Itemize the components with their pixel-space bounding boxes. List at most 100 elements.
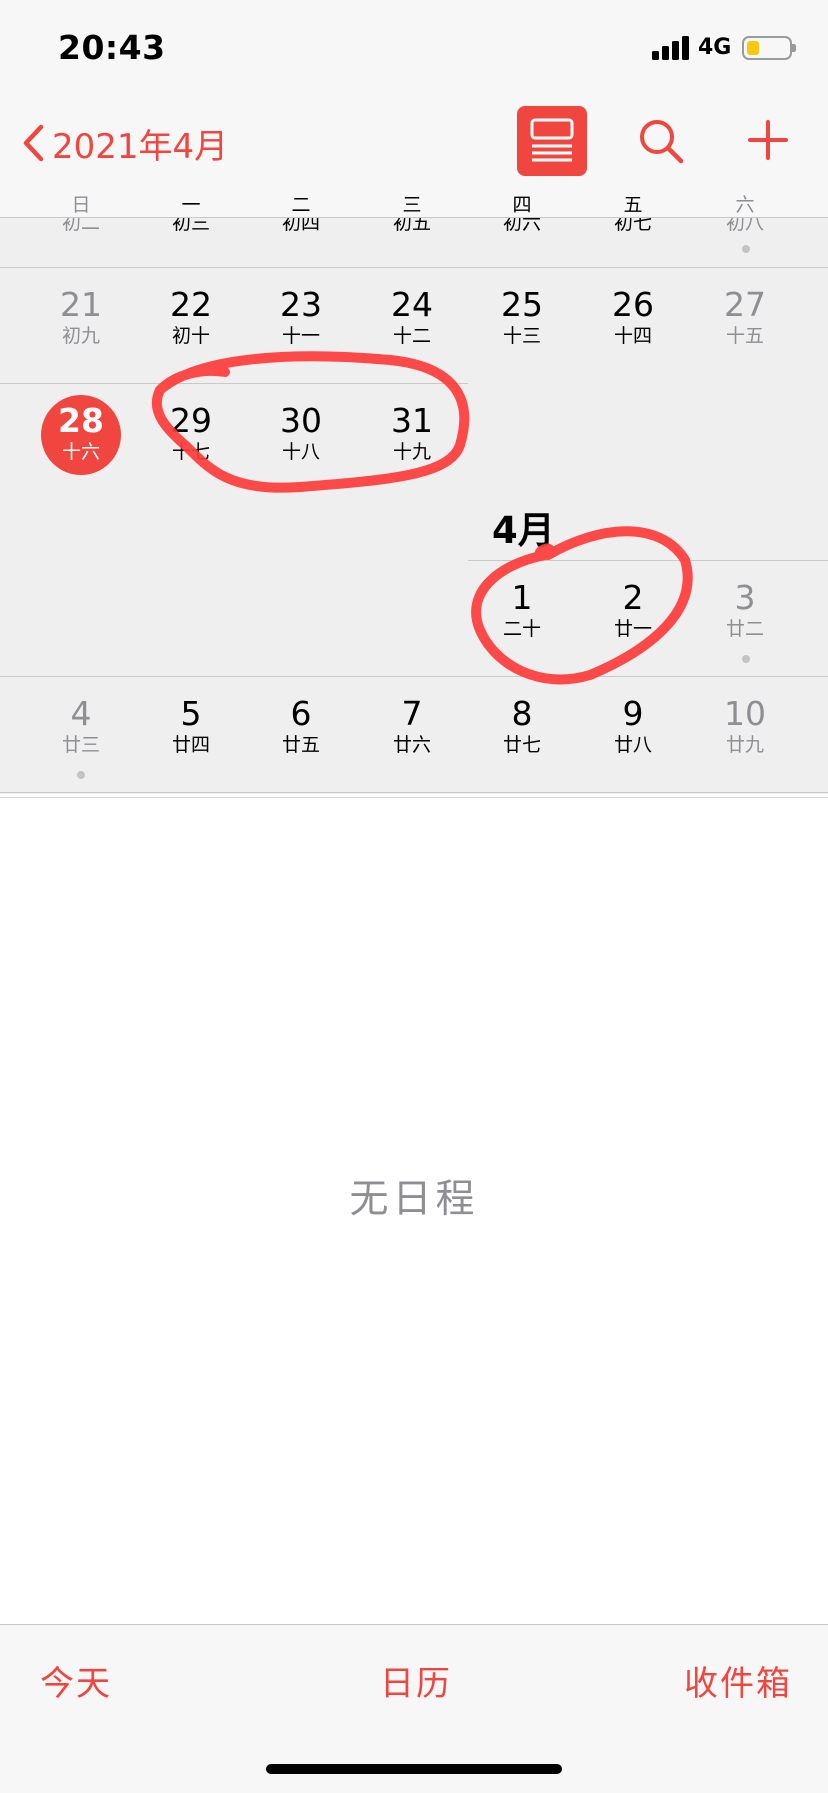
day-number: 23	[280, 285, 322, 324]
week-divider	[0, 267, 828, 268]
lunar-date: 二十	[502, 618, 541, 640]
weekday-mon: 一	[181, 194, 201, 216]
day-cell[interactable]: 27 十五	[690, 287, 800, 348]
lunar-date: 廿八	[613, 734, 652, 756]
day-cell[interactable]: 10 廿九	[690, 694, 800, 757]
week-divider	[0, 383, 468, 384]
day-number: 1	[511, 578, 533, 617]
day-cell[interactable]: 31 十九	[357, 401, 467, 464]
day-number: 4	[70, 694, 92, 733]
partial-lunar: 初六	[502, 218, 541, 234]
day-number: 2	[622, 578, 644, 617]
partial-lunar: 初四	[281, 218, 320, 234]
battery-level	[747, 41, 759, 55]
day-number: 30	[280, 401, 322, 440]
lunar-date: 廿一	[613, 618, 652, 640]
lunar-date: 十九	[392, 441, 431, 463]
month-divider	[468, 560, 828, 561]
partial-lunar: 初五	[392, 218, 431, 234]
back-label: 2021年4月	[52, 126, 229, 167]
day-number: 29	[170, 401, 212, 440]
day-number: 22	[170, 285, 212, 324]
day-cell[interactable]: 24 十二	[357, 285, 467, 348]
partial-lunar: 初三	[171, 218, 210, 234]
day-cell[interactable]: 25 十三	[467, 285, 577, 348]
day-cell[interactable]: 23 十一	[246, 285, 356, 348]
weekday-sun: 日	[71, 194, 91, 216]
weekday-fri: 五	[623, 194, 643, 216]
header-divider	[0, 217, 828, 218]
lunar-date: 十五	[725, 325, 764, 347]
day-cell[interactable]: 2 廿一	[578, 578, 688, 641]
lunar-date: 廿五	[281, 734, 320, 756]
today-button[interactable]: 今天	[40, 1656, 112, 1705]
lunar-date: 十四	[613, 325, 652, 347]
back-to-month-button[interactable]: 2021年4月	[22, 118, 228, 168]
lunar-date: 十六	[61, 441, 100, 463]
day-cell[interactable]: 4 廿三	[26, 694, 136, 757]
week-divider	[0, 676, 828, 677]
lunar-date: 初九	[61, 325, 100, 347]
day-number: 10	[724, 694, 766, 733]
day-number: 21	[60, 285, 102, 324]
partial-week-row: 初二 初三 初四 初五 初六 初七 初八	[0, 218, 828, 267]
event-dot	[742, 655, 750, 663]
week-divider	[0, 792, 828, 793]
day-cell[interactable]: 22 初十	[136, 285, 246, 348]
day-cell[interactable]: 29 十七	[136, 401, 246, 464]
day-cell[interactable]: 9 廿八	[578, 696, 688, 757]
no-events-label: 无日程	[349, 1177, 479, 1222]
weekday-wed: 三	[402, 194, 422, 216]
add-event-icon[interactable]	[744, 116, 792, 164]
chevron-left-icon	[23, 124, 44, 162]
partial-lunar: 初八	[725, 218, 764, 234]
lunar-date: 廿七	[502, 734, 541, 756]
day-cell[interactable]: 30 十八	[246, 401, 356, 464]
status-time: 20:43	[58, 28, 166, 67]
day-cell[interactable]: 8 廿七	[467, 694, 577, 757]
cellular-signal-icon	[652, 36, 689, 60]
partial-lunar: 初二	[61, 218, 100, 234]
lunar-date: 廿三	[61, 734, 100, 756]
weekday-sat: 六	[735, 194, 755, 216]
day-number: 24	[391, 285, 433, 324]
day-cell[interactable]: 21 初九	[26, 285, 136, 348]
day-cell[interactable]: 1 二十	[467, 578, 577, 641]
lunar-date: 十七	[171, 441, 210, 463]
search-icon[interactable]	[636, 116, 686, 166]
day-cell[interactable]: 7 廿六	[357, 694, 467, 757]
day-number: 8	[511, 694, 533, 733]
grid-bottom-edge	[0, 797, 828, 798]
network-type: 4G	[698, 35, 732, 60]
list-view-icon	[530, 118, 574, 162]
day-number: 26	[612, 285, 654, 324]
lunar-date: 十二	[392, 325, 431, 347]
day-cell-today[interactable]: 28 十六	[26, 401, 136, 464]
event-dot	[742, 245, 750, 253]
inbox-button[interactable]: 收件箱	[684, 1656, 792, 1705]
lunar-date: 廿四	[171, 734, 210, 756]
day-number: 31	[391, 401, 433, 440]
lunar-date: 十八	[281, 441, 320, 463]
month-label: 4月	[492, 509, 555, 552]
battery-icon	[742, 36, 792, 60]
day-number: 28	[58, 401, 104, 440]
calendars-button[interactable]: 日历	[380, 1656, 452, 1705]
weekday-tue: 二	[291, 194, 311, 216]
day-number: 6	[290, 694, 312, 733]
weekday-thu: 四	[512, 194, 532, 216]
battery-cap	[792, 44, 796, 52]
partial-lunar: 初七	[613, 218, 652, 234]
list-view-toggle-button[interactable]	[517, 106, 587, 176]
day-cell[interactable]: 3 廿二	[690, 580, 800, 641]
lunar-date: 廿六	[392, 734, 431, 756]
day-number: 25	[501, 285, 543, 324]
home-indicator[interactable]	[266, 1764, 562, 1774]
lunar-date: 十三	[502, 325, 541, 347]
day-number: 7	[401, 694, 423, 733]
day-cell[interactable]: 26 十四	[578, 285, 688, 348]
lunar-date: 廿九	[725, 734, 764, 756]
day-cell[interactable]: 6 廿五	[246, 694, 356, 757]
day-cell[interactable]: 5 廿四	[136, 696, 246, 757]
lunar-date: 廿二	[725, 618, 764, 640]
